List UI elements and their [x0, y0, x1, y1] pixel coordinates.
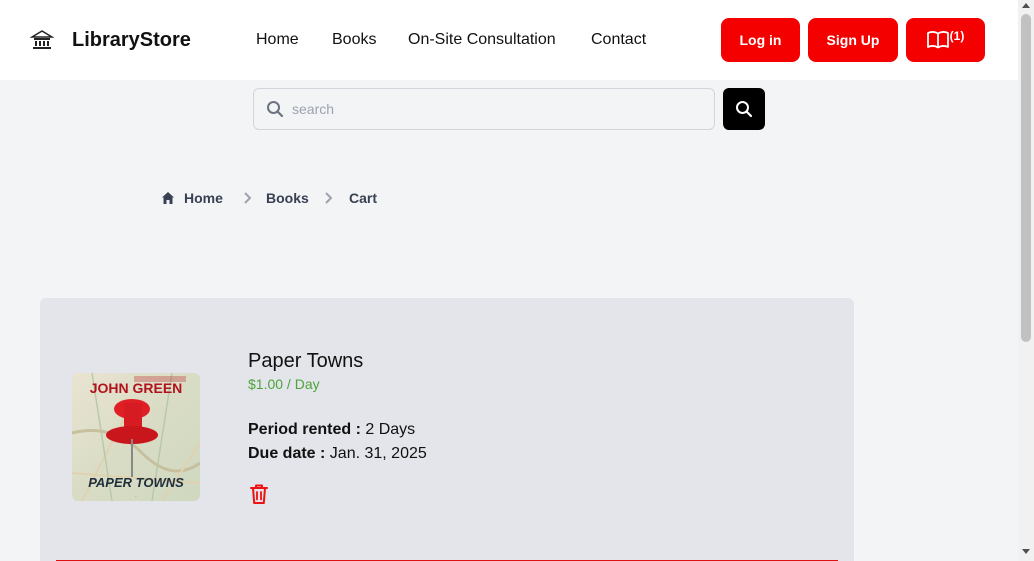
scroll-up-arrow-icon[interactable]	[1022, 3, 1030, 8]
nav-on-site-consultation[interactable]: On-Site Consultation	[408, 31, 556, 49]
home-icon[interactable]	[161, 191, 175, 205]
due-date-value: Jan. 31, 2025	[329, 445, 427, 462]
period-rented: Period rented : 2 Days	[248, 421, 415, 439]
login-button[interactable]: Log in	[721, 18, 800, 62]
open-book-icon	[926, 31, 949, 49]
cover-title: PAPER TOWNS	[88, 475, 184, 490]
svg-text:.: .	[135, 493, 136, 499]
chevron-right-icon	[244, 192, 252, 204]
search-bar	[253, 88, 715, 130]
chevron-right-icon	[325, 192, 333, 204]
cart-count-badge: (1)	[949, 29, 965, 43]
search-icon	[736, 101, 753, 118]
period-rented-label: Period rented :	[248, 421, 361, 438]
cart-button[interactable]: (1)	[906, 18, 985, 62]
nav-books[interactable]: Books	[332, 31, 376, 49]
book-title[interactable]: Paper Towns	[248, 350, 363, 373]
book-cover-image[interactable]: JOHN GREEN PAPER TOWNS .	[72, 373, 200, 501]
period-rented-value: 2 Days	[365, 421, 416, 438]
search-input[interactable]	[292, 89, 702, 129]
search-button[interactable]	[723, 88, 765, 130]
signup-button[interactable]: Sign Up	[808, 18, 898, 62]
scroll-down-arrow-icon[interactable]	[1022, 549, 1030, 554]
breadcrumb-books[interactable]: Books	[266, 190, 309, 206]
page-scrollbar-thumb[interactable]	[1021, 14, 1031, 342]
nav-home[interactable]: Home	[256, 31, 299, 49]
site-header: LibraryStore Home Books On-Site Consulta…	[0, 0, 1018, 80]
search-icon	[267, 101, 284, 118]
due-date-label: Due date :	[248, 445, 326, 462]
library-logo-icon[interactable]	[30, 28, 54, 52]
brand-name[interactable]: LibraryStore	[72, 29, 191, 52]
cart-item-card: JOHN GREEN PAPER TOWNS . Paper Towns $1.…	[40, 298, 854, 561]
breadcrumb-home[interactable]: Home	[184, 190, 223, 206]
trash-icon[interactable]	[249, 483, 269, 505]
due-date: Due date : Jan. 31, 2025	[248, 445, 427, 463]
book-price: $1.00 / Day	[248, 376, 320, 392]
nav-contact[interactable]: Contact	[591, 31, 646, 49]
cover-author: JOHN GREEN	[90, 380, 183, 396]
breadcrumb-cart: Cart	[349, 190, 378, 206]
